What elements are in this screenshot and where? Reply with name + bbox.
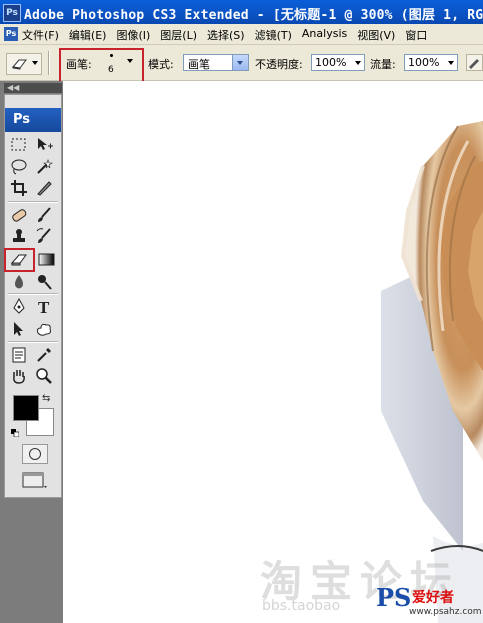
magic-wand-icon bbox=[37, 159, 53, 174]
arrow-icon bbox=[14, 322, 23, 336]
hand-icon bbox=[13, 370, 25, 384]
chevron-down-icon bbox=[232, 55, 248, 70]
menu-edit[interactable]: 编辑(E) bbox=[69, 27, 107, 43]
blur-tool[interactable] bbox=[8, 272, 30, 292]
airbrush-icon bbox=[469, 59, 479, 69]
history-brush-tool[interactable] bbox=[33, 226, 55, 246]
custom-shape-tool[interactable] bbox=[33, 319, 55, 339]
toolbox-header[interactable]: ◀◀ bbox=[4, 83, 62, 93]
menu-select[interactable]: 选择(S) bbox=[207, 27, 245, 43]
brush-label: 画笔: bbox=[66, 58, 92, 71]
lasso-icon bbox=[11, 159, 27, 175]
zoom-tool[interactable] bbox=[33, 366, 55, 386]
bandage-icon bbox=[12, 209, 27, 222]
eyedropper-tool[interactable] bbox=[33, 345, 55, 365]
separator bbox=[48, 51, 50, 75]
opacity-label: 不透明度: bbox=[255, 58, 303, 71]
window-title: Adobe Photoshop CS3 Extended - [无标题-1 @ … bbox=[24, 8, 483, 23]
mode-label: 模式: bbox=[148, 58, 174, 71]
eraser-icon bbox=[12, 59, 27, 70]
opacity-value: 100% bbox=[315, 56, 347, 69]
slice-tool[interactable] bbox=[33, 178, 55, 198]
flow-value: 100% bbox=[408, 56, 440, 69]
gradient-icon bbox=[38, 253, 55, 266]
lasso-tool[interactable] bbox=[8, 157, 30, 177]
magic-wand-tool[interactable] bbox=[33, 157, 55, 177]
menu-filter[interactable]: 滤镜(T) bbox=[255, 27, 292, 43]
flow-field[interactable]: 100% bbox=[404, 54, 458, 71]
pen-tool[interactable] bbox=[8, 297, 30, 317]
crop-tool[interactable] bbox=[8, 178, 30, 198]
stamp-icon bbox=[13, 229, 25, 242]
pen-icon bbox=[13, 298, 25, 314]
collapse-icon[interactable]: ◀◀ bbox=[7, 83, 19, 93]
drop-icon bbox=[15, 275, 23, 289]
history-brush-icon bbox=[36, 228, 51, 243]
tool-preset-picker[interactable] bbox=[6, 53, 42, 75]
separator bbox=[8, 293, 58, 295]
type-tool[interactable]: T bbox=[33, 297, 55, 317]
chevron-down-icon bbox=[355, 61, 361, 65]
document-canvas[interactable] bbox=[63, 81, 483, 623]
note-icon bbox=[12, 347, 26, 363]
zoom-icon bbox=[36, 368, 52, 384]
eraser-highlight bbox=[4, 248, 35, 272]
move-icon bbox=[38, 138, 53, 150]
screen-mode-button[interactable] bbox=[22, 470, 48, 490]
crop-icon bbox=[11, 180, 27, 196]
ps-logo: Ps bbox=[5, 108, 61, 132]
flow-label: 流量: bbox=[370, 58, 396, 71]
eyedropper-icon bbox=[37, 348, 51, 362]
screen-mode-icon bbox=[22, 472, 47, 488]
foreground-color-swatch[interactable] bbox=[13, 395, 39, 421]
slice-icon bbox=[37, 181, 52, 196]
title-bar: Ps Adobe Photoshop CS3 Extended - [无标题-1… bbox=[0, 0, 483, 24]
dodge-tool[interactable] bbox=[33, 272, 55, 292]
site-logo-ps: PS bbox=[376, 583, 412, 612]
mode-value: 画笔 bbox=[188, 58, 210, 71]
app-icon[interactable]: Ps bbox=[3, 4, 21, 22]
airbrush-toggle[interactable] bbox=[466, 54, 483, 71]
menu-file[interactable]: 文件(F) bbox=[22, 27, 59, 43]
mode-select[interactable]: 画笔 bbox=[183, 54, 249, 71]
default-colors-icon[interactable] bbox=[11, 427, 20, 438]
brush-size[interactable]: 6 bbox=[108, 65, 114, 75]
hand-tool[interactable] bbox=[8, 366, 30, 386]
shape-icon bbox=[36, 323, 51, 336]
menu-layer[interactable]: 图层(L) bbox=[160, 27, 197, 43]
canvas-image bbox=[381, 121, 483, 623]
document-icon[interactable]: Ps bbox=[4, 27, 18, 41]
path-selection-tool[interactable] bbox=[8, 319, 30, 339]
gradient-tool[interactable] bbox=[36, 250, 58, 270]
move-tool[interactable] bbox=[33, 135, 55, 155]
type-icon: T bbox=[38, 298, 50, 316]
menu-bar: Ps 文件(F) 编辑(E) 图像(I) 图层(L) 选择(S) 滤镜(T) A… bbox=[0, 24, 483, 45]
brush-preview-dot[interactable] bbox=[110, 54, 113, 57]
brush-picker-arrow[interactable] bbox=[127, 59, 133, 63]
quick-mask-button[interactable] bbox=[22, 444, 48, 464]
separator bbox=[8, 341, 58, 343]
chevron-down-icon bbox=[32, 61, 38, 65]
watermark-url: bbs.taobao bbox=[262, 598, 341, 614]
separator bbox=[8, 201, 58, 203]
site-logo-url: www.psahz.com bbox=[409, 607, 482, 617]
healing-brush-tool[interactable] bbox=[8, 205, 30, 225]
marquee-tool[interactable] bbox=[8, 135, 30, 155]
menu-analysis[interactable]: Analysis bbox=[302, 27, 347, 43]
brush-icon bbox=[38, 207, 51, 222]
menu-view[interactable]: 视图(V) bbox=[357, 27, 395, 43]
clone-stamp-tool[interactable] bbox=[8, 226, 30, 246]
marquee-icon bbox=[11, 138, 26, 151]
site-logo-name: 爱好者 bbox=[412, 590, 454, 606]
dodge-icon bbox=[38, 275, 52, 290]
notes-tool[interactable] bbox=[8, 345, 30, 365]
options-bar: 画笔: 6 模式: 画笔 不透明度: 100% 流量: 100% bbox=[0, 45, 483, 92]
menu-image[interactable]: 图像(I) bbox=[116, 27, 150, 43]
svg-text:T: T bbox=[38, 298, 50, 316]
chevron-down-icon bbox=[448, 61, 454, 65]
brush-tool[interactable] bbox=[33, 205, 55, 225]
opacity-field[interactable]: 100% bbox=[311, 54, 365, 71]
menu-window[interactable]: 窗口 bbox=[405, 27, 427, 43]
swap-colors-icon[interactable]: ⇆ bbox=[42, 393, 50, 404]
